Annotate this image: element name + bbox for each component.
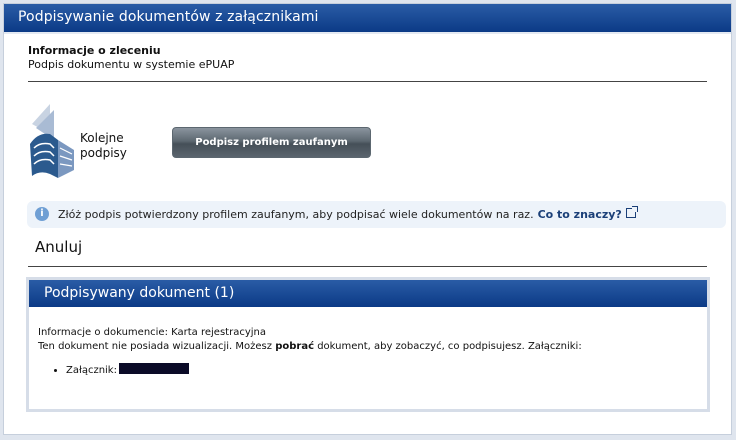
info-banner: i Złóż podpis potwierdzony profilem zauf…	[27, 201, 726, 228]
signed-document-panel: Podpisywany dokument (1) Informacje o do…	[26, 277, 710, 412]
info-icon: i	[35, 207, 49, 221]
window-title: Podpisywanie dokumentów z załącznikami	[18, 9, 319, 25]
logo-caption: Kolejne podpisy	[80, 131, 127, 161]
list-item: Załącznik:	[66, 363, 189, 376]
logo-caption-line1: Kolejne	[80, 131, 124, 145]
what-does-it-mean-link[interactable]: Co to znaczy?	[538, 208, 622, 221]
info-banner-text-wrap: Złóż podpis potwierdzony profilem zaufan…	[58, 206, 638, 221]
logo-caption-line2: podpisy	[80, 146, 127, 160]
attachments-list: Załącznik:	[38, 363, 189, 376]
sign-with-trusted-profile-button[interactable]: Podpisz profilem zaufanym	[172, 127, 371, 158]
divider	[28, 81, 707, 82]
signing-window: Podpisywanie dokumentów z załącznikami I…	[3, 3, 732, 435]
document-info-line: Informacje o dokumencie: Karta rejestrac…	[38, 327, 266, 338]
order-info-heading: Informacje o zleceniu	[28, 44, 161, 57]
attachment-link[interactable]	[118, 363, 189, 374]
signed-document-title: Podpisywany dokument (1)	[44, 285, 235, 301]
visualization-text-1: Ten dokument nie posiada wizualizacji. M…	[38, 341, 273, 352]
order-info-description: Podpis dokumentu w systemie ePUAP	[28, 58, 235, 71]
document-info: Informacje o dokumencie: Karta rejestrac…	[38, 326, 698, 354]
visualization-text-2: dokument, aby zobaczyć, co podpisujesz. …	[317, 341, 582, 352]
external-link-icon[interactable]	[625, 206, 638, 218]
divider	[28, 266, 707, 267]
signed-document-header: Podpisywany dokument (1)	[29, 280, 707, 307]
attachment-label: Załącznik:	[66, 365, 117, 376]
download-link[interactable]: pobrać	[275, 341, 314, 352]
signatures-logo	[30, 104, 74, 178]
document-visualization-note: Ten dokument nie posiada wizualizacji. M…	[38, 340, 698, 354]
cancel-link[interactable]: Anuluj	[35, 238, 82, 256]
window-title-bar: Podpisywanie dokumentów z załącznikami	[4, 4, 731, 34]
info-banner-text: Złóż podpis potwierdzony profilem zaufan…	[58, 208, 534, 221]
